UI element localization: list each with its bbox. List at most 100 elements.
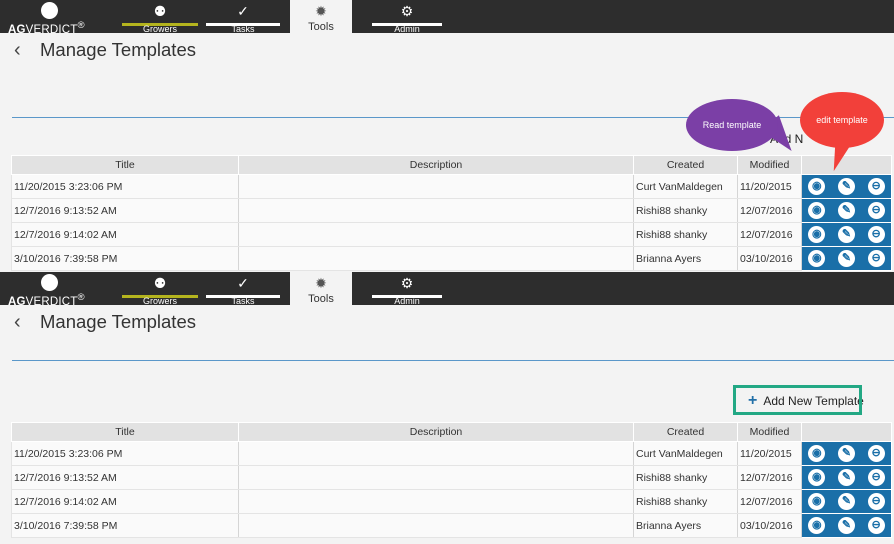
delete-template-minus-icon[interactable]: ⊖ [867, 178, 885, 195]
edit-template-pencil-icon[interactable]: ✎ [837, 226, 855, 243]
cell-description [238, 513, 634, 538]
screenshot-panel-top: AGVERDICT® ⚉ Growers ✓ Tasks ✹ Tools ⚙ A… [0, 0, 894, 272]
cell-description [238, 198, 634, 223]
grower-icon: ⚉ [153, 275, 167, 291]
nav-tab-label: Admin [394, 296, 420, 306]
column-header-created[interactable]: Created [633, 422, 738, 442]
delete-template-minus-icon[interactable]: ⊖ [867, 445, 885, 462]
read-template-eye-icon[interactable]: ◉ [808, 493, 826, 510]
gear-icon: ✹ [315, 275, 327, 291]
row-actions: ◉ ✎ ⊖ [801, 174, 892, 199]
nav-tab-admin[interactable]: ⚙ Admin [372, 272, 442, 306]
grower-icon: ⚉ [153, 3, 167, 19]
read-template-eye-icon[interactable]: ◉ [808, 178, 826, 195]
cell-created: Rishi88 shanky [633, 222, 738, 247]
column-header-created[interactable]: Created [633, 155, 738, 175]
agverdict-logo[interactable]: AGVERDICT® [4, 0, 114, 36]
back-chevron-icon[interactable]: ‹ [14, 312, 34, 332]
delete-template-minus-icon[interactable]: ⊖ [867, 226, 885, 243]
cell-created: Rishi88 shanky [633, 489, 738, 514]
nav-tab-label: Growers [142, 24, 177, 34]
delete-template-minus-icon[interactable]: ⊖ [867, 469, 885, 486]
edit-template-pencil-icon[interactable]: ✎ [837, 202, 855, 219]
read-template-eye-icon[interactable]: ◉ [808, 445, 826, 462]
page-title: Manage Templates [40, 311, 196, 332]
column-header-title[interactable]: Title [11, 155, 239, 175]
cell-title: 3/10/2016 7:39:58 PM [11, 246, 239, 271]
nav-tab-label: Tasks [231, 24, 255, 34]
cell-title: 12/7/2016 9:13:52 AM [11, 198, 239, 223]
cell-modified: 12/07/2016 [737, 465, 802, 490]
read-template-eye-icon[interactable]: ◉ [808, 517, 826, 534]
checkmark-icon: ✓ [237, 275, 249, 291]
read-template-eye-icon[interactable]: ◉ [808, 250, 826, 267]
nav-tab-admin[interactable]: ⚙ Admin [372, 0, 442, 34]
table-row[interactable]: 11/20/2015 3:23:06 PM Curt VanMaldegen 11/… [11, 174, 892, 199]
cell-modified: 12/07/2016 [737, 198, 802, 223]
row-actions: ◉ ✎ ⊖ [801, 441, 892, 466]
cell-created: Brianna Ayers [633, 246, 738, 271]
column-header-actions [801, 422, 892, 442]
cell-created: Brianna Ayers [633, 513, 738, 538]
nav-tab-label: Tasks [231, 296, 255, 306]
cell-modified: 03/10/2016 [737, 513, 802, 538]
cell-description [238, 441, 634, 466]
read-template-eye-icon[interactable]: ◉ [808, 226, 826, 243]
column-header-description[interactable]: Description [238, 422, 634, 442]
agverdict-logo[interactable]: AGVERDICT® [4, 272, 114, 308]
row-actions: ◉ ✎ ⊖ [801, 489, 892, 514]
top-navigation: AGVERDICT® ⚉ Growers ✓ Tasks ✹ Tools ⚙ A… [0, 0, 894, 36]
table-row[interactable]: 12/7/2016 9:13:52 AM Rishi88 shanky 12/07/… [11, 465, 892, 490]
table-header-row: Title Description Created Modified [11, 155, 892, 175]
delete-template-minus-icon[interactable]: ⊖ [867, 250, 885, 267]
cell-description [238, 246, 634, 271]
column-header-modified[interactable]: Modified [737, 422, 802, 442]
edit-template-pencil-icon[interactable]: ✎ [837, 445, 855, 462]
cell-created: Rishi88 shanky [633, 198, 738, 223]
delete-template-minus-icon[interactable]: ⊖ [867, 493, 885, 510]
page-title: Manage Templates [40, 39, 196, 60]
edit-template-pencil-icon[interactable]: ✎ [837, 250, 855, 267]
row-actions: ◉ ✎ ⊖ [801, 222, 892, 247]
nav-tab-tasks[interactable]: ✓ Tasks [206, 272, 280, 306]
row-actions: ◉ ✎ ⊖ [801, 513, 892, 538]
nav-tab-tools[interactable]: ✹ Tools [290, 0, 352, 33]
read-template-eye-icon[interactable]: ◉ [808, 469, 826, 486]
add-button-highlight-box [733, 385, 862, 415]
delete-template-minus-icon[interactable]: ⊖ [867, 202, 885, 219]
nav-tab-growers[interactable]: ⚉ Growers [122, 0, 198, 34]
back-chevron-icon[interactable]: ‹ [14, 40, 34, 60]
top-navigation: AGVERDICT® ⚉ Growers ✓ Tasks ✹ Tools ⚙ A… [0, 272, 894, 308]
edit-template-pencil-icon[interactable]: ✎ [837, 517, 855, 534]
cell-title: 11/20/2015 3:23:06 PM [11, 441, 239, 466]
cell-modified: 03/10/2016 [737, 246, 802, 271]
table-row[interactable]: 12/7/2016 9:14:02 AM Rishi88 shanky 12/07/… [11, 222, 892, 247]
table-row[interactable]: 12/7/2016 9:13:52 AM Rishi88 shanky 12/07/… [11, 198, 892, 223]
read-template-eye-icon[interactable]: ◉ [808, 202, 826, 219]
cell-created: Curt VanMaldegen [633, 441, 738, 466]
column-header-modified[interactable]: Modified [737, 155, 802, 175]
edit-template-pencil-icon[interactable]: ✎ [837, 469, 855, 486]
table-row[interactable]: 12/7/2016 9:14:02 AM Rishi88 shanky 12/07/… [11, 489, 892, 514]
cell-title: 12/7/2016 9:13:52 AM [11, 465, 239, 490]
cell-description [238, 465, 634, 490]
table-row[interactable]: 11/20/2015 3:23:06 PM Curt VanMaldegen 11/… [11, 441, 892, 466]
cell-description [238, 174, 634, 199]
cell-modified: 12/07/2016 [737, 222, 802, 247]
table-header-row: Title Description Created Modified [11, 422, 892, 442]
nav-tab-growers[interactable]: ⚉ Growers [122, 272, 198, 306]
nav-tab-tasks[interactable]: ✓ Tasks [206, 0, 280, 34]
cell-description [238, 222, 634, 247]
edit-template-callout: edit template [800, 92, 884, 148]
column-header-description[interactable]: Description [238, 155, 634, 175]
divider [12, 360, 894, 361]
nav-tab-label: Admin [394, 24, 420, 34]
nav-tab-tools[interactable]: ✹ Tools [290, 272, 352, 305]
row-actions: ◉ ✎ ⊖ [801, 465, 892, 490]
edit-template-pencil-icon[interactable]: ✎ [837, 493, 855, 510]
delete-template-minus-icon[interactable]: ⊖ [867, 517, 885, 534]
table-row[interactable]: 3/10/2016 7:39:58 PM Brianna Ayers 03/10/2… [11, 513, 892, 538]
column-header-title[interactable]: Title [11, 422, 239, 442]
edit-template-pencil-icon[interactable]: ✎ [837, 178, 855, 195]
table-row[interactable]: 3/10/2016 7:39:58 PM Brianna Ayers 03/10/2… [11, 246, 892, 271]
